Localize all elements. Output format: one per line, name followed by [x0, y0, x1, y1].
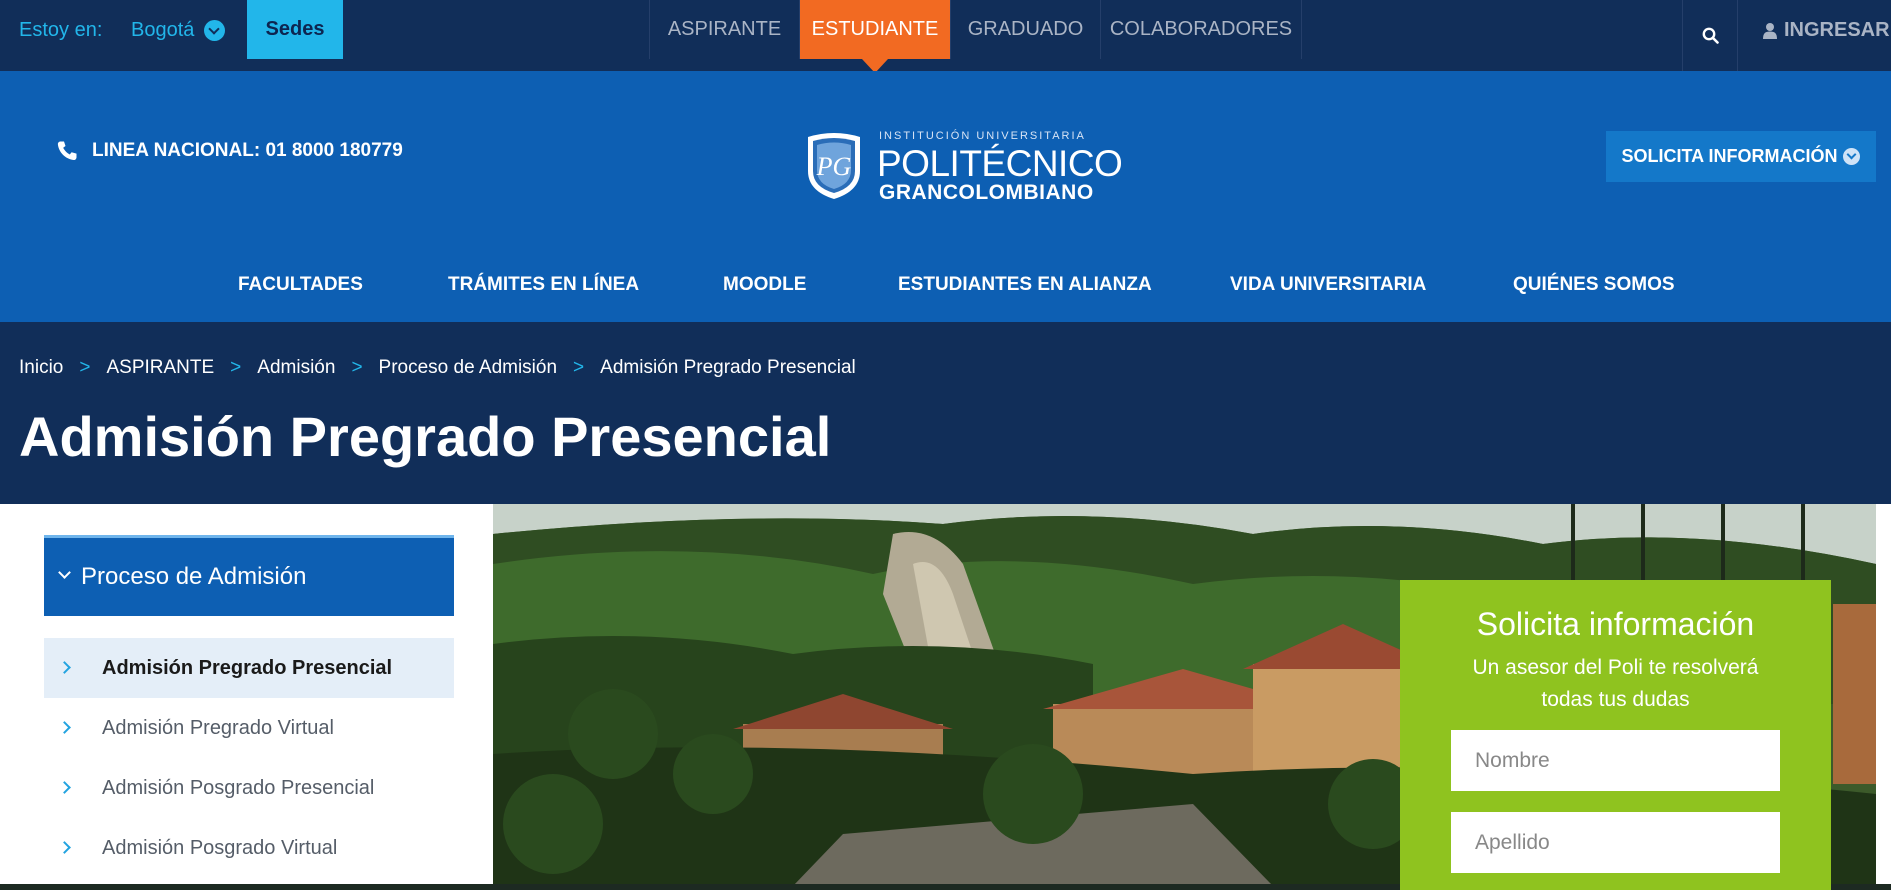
sidebar-item-posgrado-virtual[interactable]: Admisión Posgrado Virtual	[44, 818, 454, 878]
breadcrumb-separator: >	[230, 357, 242, 378]
chevron-down-icon[interactable]	[204, 20, 225, 41]
logo-tagline: INSTITUCIÓN UNIVERSITARIA	[879, 130, 1086, 142]
nav-facultades[interactable]: FACULTADES	[238, 274, 363, 296]
request-info-label: SOLICITA INFORMACIÓN	[1621, 146, 1838, 166]
breadcrumb: Inicio > ASPIRANTE > Admisión > Proceso …	[19, 357, 856, 379]
search-button[interactable]	[1682, 0, 1738, 71]
tab-aspirante[interactable]: ASPIRANTE	[649, 0, 799, 59]
chevron-down-icon	[1843, 148, 1861, 165]
first-name-field[interactable]	[1451, 730, 1780, 791]
logo-shield-icon: PG	[808, 133, 860, 199]
search-icon	[1702, 27, 1719, 44]
page-title: Admisión Pregrado Presencial	[19, 405, 832, 468]
last-name-field[interactable]	[1451, 812, 1780, 873]
breadcrumb-admision[interactable]: Admisión	[257, 357, 335, 379]
sidebar-section-header[interactable]: Proceso de Admisión	[44, 535, 454, 616]
sidebar-item-pregrado-presencial[interactable]: Admisión Pregrado Presencial	[44, 638, 454, 698]
nav-estudiantes-alianza[interactable]: ESTUDIANTES EN ALIANZA	[898, 274, 1152, 296]
login-button[interactable]: INGRESAR	[1762, 19, 1890, 42]
audience-tabs: ASPIRANTE ESTUDIANTE GRADUADO COLABORADO…	[649, 0, 1302, 73]
chevron-right-icon	[58, 841, 71, 854]
phone-text: LINEA NACIONAL: 01 8000 180779	[92, 140, 403, 161]
logo-name: POLITÉCNICO	[877, 143, 1123, 184]
nav-vida-universitaria[interactable]: VIDA UNIVERSITARIA	[1230, 274, 1426, 296]
sidebar-item-label: Admisión Pregrado Virtual	[102, 716, 334, 739]
chevron-right-icon	[58, 661, 71, 674]
request-info-button[interactable]: SOLICITA INFORMACIÓN	[1606, 131, 1876, 182]
national-phone[interactable]: LINEA NACIONAL: 01 8000 180779	[56, 140, 403, 162]
top-bar: Estoy en: Bogotá Sedes ASPIRANTE ESTUDIA…	[0, 0, 1891, 73]
tab-estudiante[interactable]: ESTUDIANTE	[799, 0, 950, 73]
request-info-form: Solicita información Un asesor del Poli …	[1400, 580, 1831, 890]
chevron-right-icon	[58, 721, 71, 734]
city-selector[interactable]: Bogotá	[131, 19, 194, 42]
site-header: LINEA NACIONAL: 01 8000 180779 PG INSTIT…	[0, 71, 1891, 322]
logo-monogram: PG	[816, 152, 852, 181]
breadcrumb-current: Admisión Pregrado Presencial	[600, 357, 856, 378]
breadcrumb-proceso[interactable]: Proceso de Admisión	[379, 357, 558, 379]
sidebar-item-label: Admisión Pregrado Presencial	[102, 656, 393, 679]
nav-quienes-somos[interactable]: QUIÉNES SOMOS	[1513, 274, 1675, 296]
sidebar-list: Admisión Pregrado Presencial Admisión Pr…	[44, 638, 454, 878]
form-title: Solicita información	[1476, 606, 1755, 642]
nav-moodle[interactable]: MOODLE	[723, 274, 806, 296]
sedes-button[interactable]: Sedes	[247, 0, 343, 59]
location-label: Estoy en:	[19, 19, 103, 41]
sidebar: Proceso de Admisión Admisión Pregrado Pr…	[44, 535, 454, 878]
logo-subname: GRANCOLOMBIANO	[879, 181, 1094, 204]
form-subtitle: Un asesor del Poli te resolverá todas tu…	[1472, 656, 1759, 711]
sidebar-section-title: Proceso de Admisión	[81, 563, 307, 590]
sidebar-item-posgrado-presencial[interactable]: Admisión Posgrado Presencial	[44, 758, 454, 818]
sidebar-item-label: Admisión Posgrado Presencial	[102, 776, 375, 799]
tab-colaboradores[interactable]: COLABORADORES	[1100, 0, 1302, 59]
nav-tramites[interactable]: TRÁMITES EN LÍNEA	[448, 274, 639, 296]
tab-graduado[interactable]: GRADUADO	[950, 0, 1100, 59]
user-icon	[1763, 22, 1777, 39]
breadcrumb-aspirante[interactable]: ASPIRANTE	[106, 357, 214, 379]
breadcrumb-separator: >	[573, 357, 585, 378]
breadcrumb-inicio[interactable]: Inicio	[19, 357, 63, 379]
institution-logo[interactable]: PG INSTITUCIÓN UNIVERSITARIA POLITÉCNICO…	[804, 129, 1123, 209]
phone-icon	[57, 141, 77, 161]
page-banner: Inicio > ASPIRANTE > Admisión > Proceso …	[0, 322, 1891, 504]
chevron-right-icon	[58, 781, 71, 794]
breadcrumb-separator: >	[79, 357, 91, 378]
breadcrumb-separator: >	[351, 357, 363, 378]
login-label: INGRESAR	[1784, 19, 1890, 41]
sidebar-item-pregrado-virtual[interactable]: Admisión Pregrado Virtual	[44, 698, 454, 758]
sidebar-item-label: Admisión Posgrado Virtual	[102, 836, 338, 859]
chevron-down-icon	[58, 566, 71, 579]
